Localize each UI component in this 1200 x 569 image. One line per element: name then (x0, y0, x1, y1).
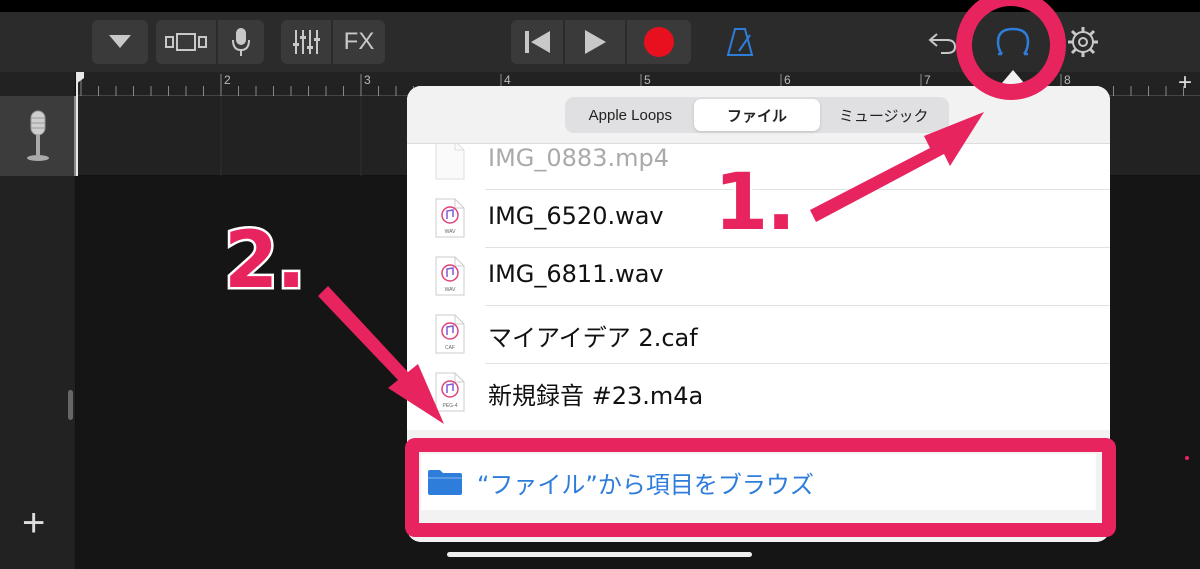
arrow-to-browse-row (318, 286, 444, 424)
step-1-label: 1. (712, 158, 799, 248)
arrow-to-loop-button (810, 112, 984, 222)
annotation-arrows (318, 112, 984, 424)
edge-marker (1185, 456, 1189, 460)
step-2-label: 2. (222, 216, 309, 306)
home-indicator[interactable] (447, 552, 752, 557)
